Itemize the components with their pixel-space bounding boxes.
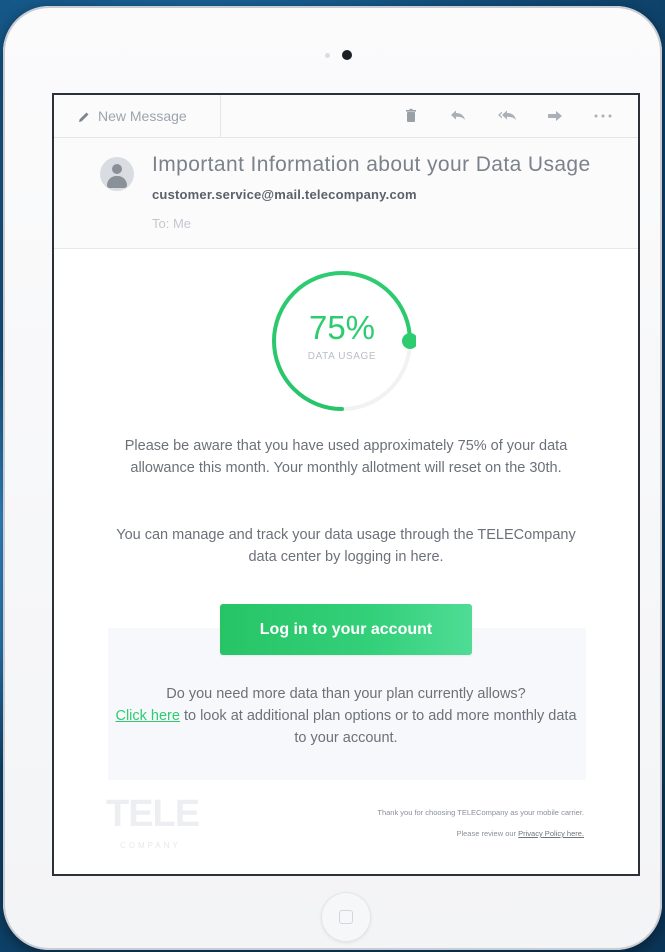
tablet-frame: New Message Important Information about … <box>3 6 662 950</box>
telecompany-logo: TELE COMPANY <box>106 793 216 855</box>
privacy-policy-link[interactable]: Privacy Policy here. <box>518 829 584 838</box>
mail-toolbar: New Message <box>54 95 638 138</box>
logo-text: TELE <box>106 793 200 835</box>
new-message-button[interactable]: New Message <box>54 95 221 137</box>
sender-address[interactable]: customer.service@mail.telecompany.com <box>152 187 417 202</box>
footer-privacy-line: Please review our Privacy Policy here. <box>456 829 584 838</box>
login-button[interactable]: Log in to your account <box>220 604 472 655</box>
manage-usage-paragraph: You can manage and track your data usage… <box>116 527 576 565</box>
reply-all-icon[interactable] <box>497 107 516 125</box>
promo-question: Do you need more data than your plan cur… <box>166 686 526 702</box>
trash-icon[interactable] <box>402 107 420 125</box>
usage-label: DATA USAGE <box>307 351 377 362</box>
sensor-dot <box>325 53 330 58</box>
email-subject: Important Information about your Data Us… <box>152 153 591 176</box>
usage-percent: 75% <box>308 309 376 346</box>
data-usage-gauge: 75% DATA USAGE <box>268 267 418 415</box>
email-screen: New Message Important Information about … <box>52 93 640 876</box>
logo-subtext: COMPANY <box>120 841 181 850</box>
footer-review-prefix: Please review our <box>456 829 519 838</box>
new-message-label: New Message <box>98 108 187 124</box>
more-icon[interactable] <box>592 107 612 125</box>
sender-avatar <box>100 157 134 191</box>
home-button[interactable] <box>321 892 371 942</box>
promo-rest: to look at additional plan options or to… <box>179 708 577 746</box>
home-square-icon <box>339 910 353 924</box>
email-header: Important Information about your Data Us… <box>54 138 638 249</box>
more-data-paragraph: Do you need more data than your plan cur… <box>112 683 580 749</box>
avatar-head <box>112 164 122 174</box>
reply-icon[interactable] <box>449 107 467 125</box>
forward-icon[interactable] <box>546 107 564 125</box>
recipient-line: To: Me <box>152 216 192 231</box>
avatar-body <box>107 176 127 188</box>
footer-thanks: Thank you for choosing TELECompany as yo… <box>377 808 584 817</box>
pencil-icon <box>78 110 90 122</box>
camera-lens <box>342 50 352 60</box>
usage-notice-paragraph: Please be aware that you have used appro… <box>124 438 568 476</box>
click-here-link[interactable]: Click here <box>115 708 179 724</box>
